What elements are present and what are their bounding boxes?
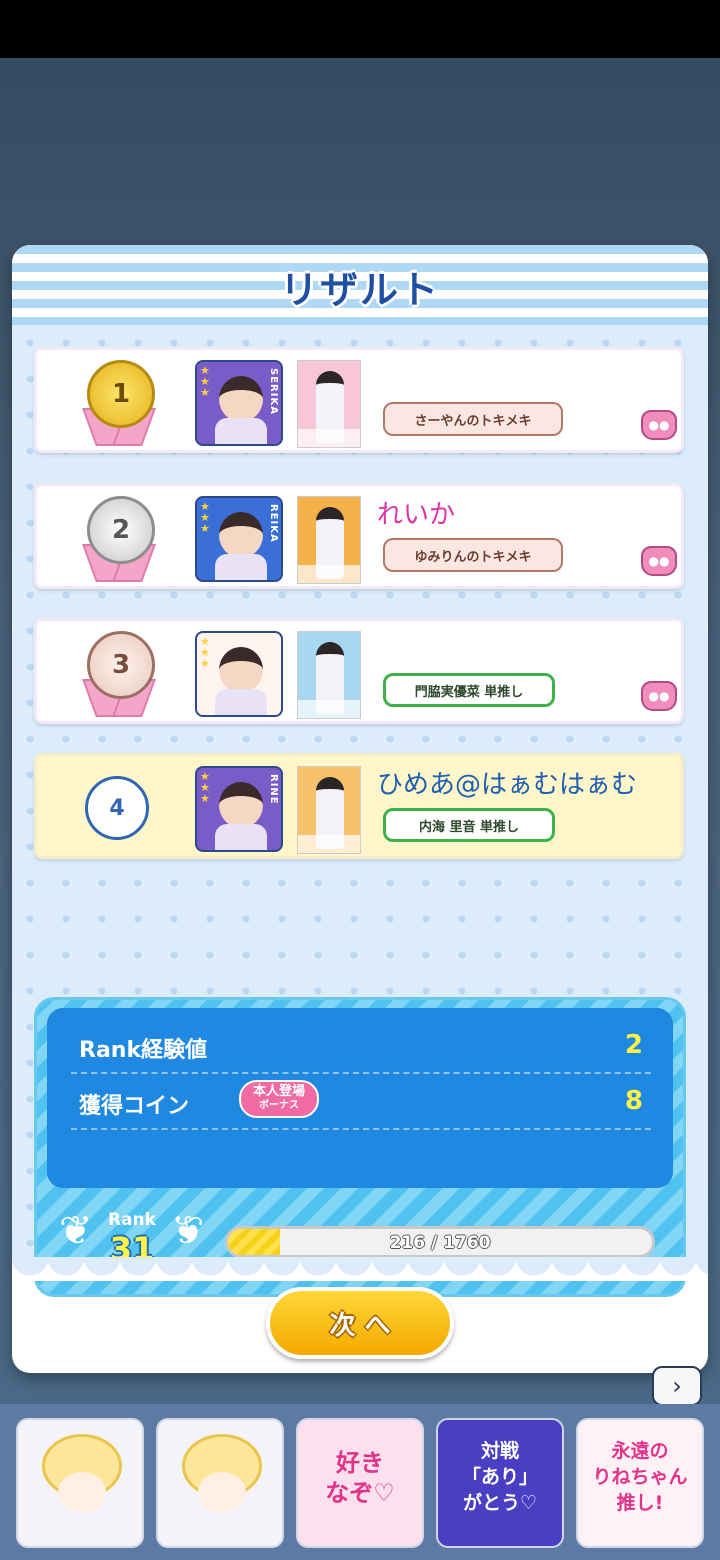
star-rating-icon: ★ ★ ★ (200, 364, 210, 399)
wave-divider (12, 1257, 708, 1281)
player-avatar: ★ ★ ★ REIKA (195, 496, 283, 582)
pig-stamp-icon: ●● (641, 546, 677, 576)
eien-oshi-stamp[interactable]: 永遠の りねちゃん 推し! (576, 1418, 704, 1548)
player-avatar: ★ ★ ★ (195, 631, 283, 717)
coin-row: 獲得コイン 本人登場 ボーナス 8 (71, 1076, 651, 1130)
result-dialog: リザルト 1 ★ ★ ★ SERIKA さーやんのトキメキ ●● 2 ★ ★ ★ REI… (12, 245, 708, 1373)
member-card (297, 766, 361, 854)
bonus-line2: ボーナス (259, 1100, 299, 1111)
taisen-arigatou-stamp[interactable]: 対戦 「あり」 がとう♡ (436, 1418, 564, 1548)
place-number: 2 (87, 496, 155, 564)
oshi-tag: 門脇実優菜 単推し (383, 673, 555, 707)
player-avatar: ★ ★ ★ RINE (195, 766, 283, 852)
oshi-tag: ゆみりんのトキメキ (383, 538, 563, 572)
gold-medal-icon: 1 (81, 360, 157, 446)
star-rating-icon: ★ ★ ★ (200, 770, 210, 805)
bonus-line1: 本人登場 (252, 1084, 305, 1099)
pig-stamp-icon: ●● (641, 410, 677, 440)
silver-medal-icon: 2 (81, 496, 157, 582)
cry-stamp-icon[interactable] (156, 1418, 284, 1548)
avatar-name: REIKA (268, 504, 279, 543)
ranking-row: 4 ★ ★ ★ RINE ひめあ@はぁむはぁむ 内海 里音 単推し (34, 753, 684, 859)
rank-exp-label: Rank経験値 (79, 1038, 208, 1063)
place-number: 1 (87, 360, 155, 428)
ranking-row: 2 ★ ★ ★ REIKA れいか ゆみりんのトキメキ ●● (34, 483, 684, 589)
stamp-bar: 好き なぞ♡ 対戦 「あり」 がとう♡ 永遠の りねちゃん 推し! (0, 1404, 720, 1560)
rank-exp-value: 2 (624, 1030, 643, 1060)
stamp-text: 好き なぞ♡ (325, 1449, 395, 1507)
avatar-name: SERIKA (268, 368, 279, 415)
place-number: 3 (87, 631, 155, 699)
status-bar (0, 0, 720, 58)
bonus-badge: 本人登場 ボーナス (239, 1080, 319, 1118)
coin-value: 8 (624, 1086, 643, 1116)
oshi-tag: さーやんのトキメキ (383, 402, 563, 436)
rank-exp-row: Rank経験値 2 (71, 1020, 651, 1074)
star-rating-icon: ★ ★ ★ (200, 635, 210, 670)
oshi-tag: 内海 里音 単推し (383, 808, 555, 842)
rank-label: Rank (108, 1210, 156, 1230)
dialog-body: 1 ★ ★ ★ SERIKA さーやんのトキメキ ●● 2 ★ ★ ★ REIKA れい… (12, 325, 708, 1297)
member-card (297, 496, 361, 584)
suki-nazo-stamp[interactable]: 好き なぞ♡ (296, 1418, 424, 1548)
place-badge: 4 (85, 776, 149, 840)
next-button[interactable]: 次 へ (266, 1287, 454, 1359)
result-stats: Rank経験値 2 獲得コイン 本人登場 ボーナス 8 (47, 1008, 673, 1188)
chevron-right-icon[interactable]: › (652, 1366, 702, 1406)
stamp-text: 対戦 「あり」 がとう♡ (461, 1440, 538, 1514)
player-name: れいか (377, 500, 456, 530)
member-card (297, 360, 361, 448)
player-avatar: ★ ★ ★ SERIKA (195, 360, 283, 446)
exp-progress-bar: 216 / 1760 (225, 1226, 655, 1258)
member-card (297, 631, 361, 719)
ranking-row: 1 ★ ★ ★ SERIKA さーやんのトキメキ ●● (34, 347, 684, 453)
avatar-name: RINE (268, 774, 279, 805)
exp-progress-text: 216 / 1760 (389, 1233, 491, 1253)
dialog-title: リザルト (279, 268, 440, 312)
ranking-row: 3 ★ ★ ★ 門脇実優菜 単推し ●● (34, 618, 684, 724)
pig-stamp-icon: ●● (641, 681, 677, 711)
cheer-stamp-icon[interactable] (16, 1418, 144, 1548)
star-rating-icon: ★ ★ ★ (200, 500, 210, 535)
player-name: ひめあ@はぁむはぁむ (377, 770, 638, 800)
coin-label: 獲得コイン (79, 1094, 190, 1119)
stamp-text: 永遠の りねちゃん 推し! (592, 1440, 688, 1514)
dialog-header: リザルト (12, 245, 708, 325)
result-panel: Rank経験値 2 獲得コイン 本人登場 ボーナス 8 ❦ ❦ Rank 31 (34, 997, 686, 1297)
bronze-medal-icon: 3 (81, 631, 157, 717)
